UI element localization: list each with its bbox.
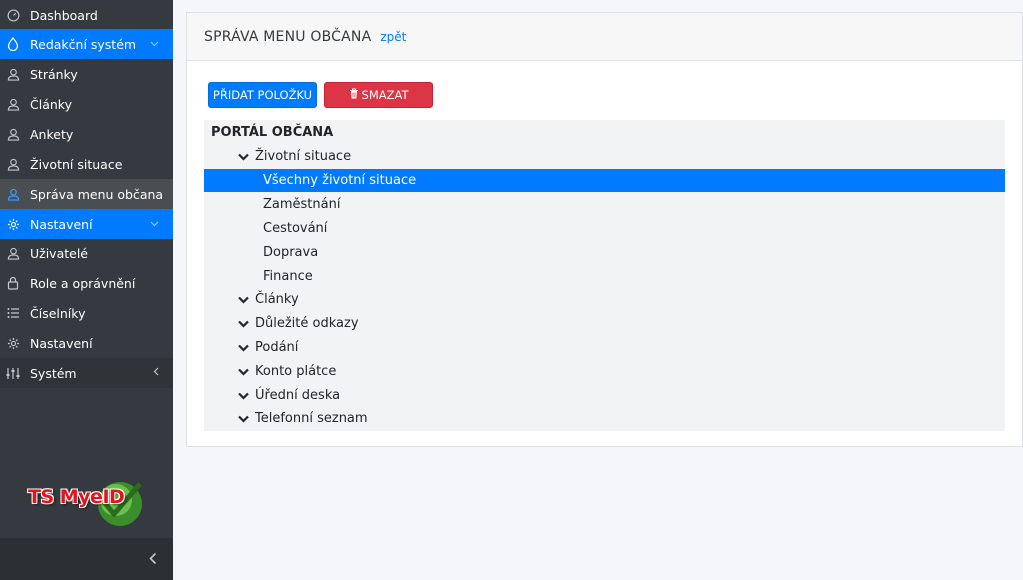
sidebar-item-sprava-menu-obcana[interactable]: Správa menu občana [0,179,173,209]
list-icon [6,306,20,320]
collapse-sidebar-icon[interactable] [149,550,157,569]
lock-icon [6,276,20,290]
delete-button[interactable]: SMAZAT [324,82,433,108]
tree-node[interactable]: Doprava [204,241,1005,264]
trash-icon [349,88,359,102]
tree-node[interactable]: Všechny životní situace [204,169,1005,192]
logo-text: TS MyeID [28,486,125,508]
tree-node[interactable]: Úřední deska [204,384,1005,407]
sidebar-footer [0,538,173,580]
tree-node[interactable]: Cestování [204,217,1005,240]
sidebar-item-label: Ankety [30,126,74,142]
tree-node-label: Důležité odkazy [255,316,359,331]
sidebar-item-label: Číselníky [30,305,86,321]
tree-node-label: Doprava [263,245,319,260]
chevron-down-icon[interactable] [238,320,250,328]
sidebar-item-label: Dashboard [30,7,98,23]
sidebar-item-ciselniky[interactable]: Číselníky [0,298,173,328]
tree-node[interactable]: Životní situace [204,145,1005,168]
tree-node-label: Životní situace [255,149,352,164]
tree-node-label: Všechny životní situace [263,173,417,188]
tree-root[interactable]: PORTÁL OBČANA [211,125,333,140]
sidebar-item-zivotni-situace[interactable]: Životní situace [0,149,173,179]
sidebar-item-system[interactable]: Systém [0,358,173,388]
chevron-down-icon[interactable] [238,296,250,304]
sidebar-item-clanky[interactable]: Články [0,89,173,119]
sidebar-item-label: Systém [30,365,77,381]
page-title: SPRÁVA MENU OBČANA [204,28,372,45]
tree-node-label: Telefonní seznam [255,411,368,426]
sidebar: Dashboard Redakční systém Stránky Články… [0,0,173,580]
sidebar-item-uzivatele[interactable]: Uživatelé [0,238,173,268]
user-icon [6,67,20,81]
sidebar-item-label: Články [30,96,72,112]
chevron-down-icon [150,39,159,50]
drop-icon [6,37,20,51]
tree-node[interactable]: Zaměstnání [204,193,1005,216]
sidebar-item-role-a-opravneni[interactable]: Role a oprávnění [0,268,173,298]
user-icon [6,187,20,201]
menu-tree: PORTÁL OBČANA Životní situace Všechny ži… [204,120,1005,431]
card-header: SPRÁVA MENU OBČANA zpět [187,13,1022,61]
add-item-button[interactable]: PŘIDAT POLOŽKU [208,82,317,108]
sliders-icon [6,366,20,380]
back-link[interactable]: zpět [380,30,406,44]
tree-node[interactable]: Telefonní seznam [204,407,1005,430]
dashboard-icon [6,8,20,22]
sidebar-item-label: Správa menu občana [30,186,164,202]
sidebar-item-label: Stránky [30,66,78,82]
sidebar-item-nastaveni-group[interactable]: Nastavení [0,209,173,239]
user-icon [6,97,20,111]
sidebar-item-stranky[interactable]: Stránky [0,59,173,89]
sidebar-item-label: Redakční systém [30,36,137,52]
chevron-down-icon[interactable] [238,153,250,161]
logo: TS MyeID [24,478,150,534]
tree-node[interactable]: Finance [204,265,1005,288]
chevron-down-icon[interactable] [238,344,250,352]
tree-node[interactable]: Konto plátce [204,360,1005,383]
tree-node-label: Finance [263,269,313,284]
sidebar-item-redakcni-system[interactable]: Redakční systém [0,29,173,59]
tree-node-label: Cestování [263,221,328,236]
gear-icon [6,217,20,231]
sidebar-item-label: Uživatelé [30,245,88,261]
menu-card: SPRÁVA MENU OBČANA zpět PŘIDAT POLOŽKU S… [186,12,1023,447]
sidebar-item-label: Nastavení [30,216,93,232]
sidebar-item-label: Nastavení [30,335,93,351]
tree-node-label: Úřední deska [255,388,341,403]
tree-node-label: Konto plátce [255,364,337,379]
tree-node-label: Zaměstnání [263,197,341,212]
tree-node-label: Podání [255,340,299,355]
chevron-down-icon[interactable] [238,392,250,400]
sidebar-item-ankety[interactable]: Ankety [0,119,173,149]
tree-node-label: Články [255,292,299,307]
user-icon [6,246,20,260]
chevron-down-icon [150,219,159,230]
tree-node[interactable]: Důležité odkazy [204,312,1005,335]
tree-node[interactable]: Články [204,288,1005,311]
sidebar-item-label: Role a oprávnění [30,275,136,291]
chevron-down-icon[interactable] [238,415,250,423]
delete-button-label: SMAZAT [361,88,409,102]
sidebar-item-nastaveni[interactable]: Nastavení [0,328,173,358]
sidebar-item-label: Životní situace [30,156,123,172]
user-icon [6,157,20,171]
gear-icon [6,336,20,350]
add-item-button-label: PŘIDAT POLOŽKU [212,88,313,102]
tree-node[interactable]: Podání [204,336,1005,359]
user-icon [6,127,20,141]
chevron-left-icon [153,367,159,379]
sidebar-item-dashboard[interactable]: Dashboard [0,0,173,30]
chevron-down-icon[interactable] [238,368,250,376]
